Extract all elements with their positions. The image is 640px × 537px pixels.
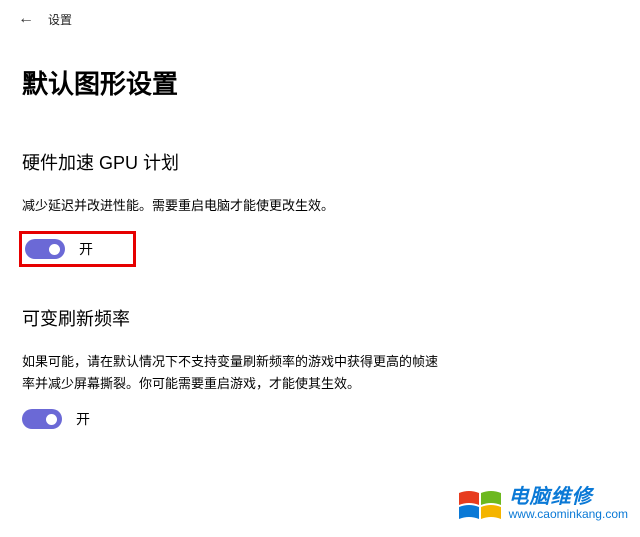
header: ← 设置 — [0, 0, 640, 38]
toggle-row-vrr: 开 — [22, 409, 618, 429]
highlight-box-gpu: 开 — [19, 231, 136, 267]
section-desc-gpu: 减少延迟并改进性能。需要重启电脑才能使更改生效。 — [22, 195, 442, 217]
section-title-gpu: 硬件加速 GPU 计划 — [22, 149, 618, 175]
watermark-url: www.caominkang.com — [509, 508, 628, 521]
section-desc-vrr: 如果可能，请在默认情况下不支持变量刷新频率的游戏中获得更高的帧速率并减少屏幕撕裂… — [22, 351, 442, 395]
toggle-label-vrr: 开 — [76, 409, 90, 429]
header-title: 设置 — [48, 11, 72, 28]
back-arrow-icon[interactable]: ← — [18, 10, 34, 28]
watermark: 电脑维修 www.caominkang.com — [457, 483, 628, 525]
toggle-label-gpu: 开 — [79, 239, 93, 259]
content-area: 默认图形设置 硬件加速 GPU 计划 减少延迟并改进性能。需要重启电脑才能使更改… — [0, 38, 640, 429]
page-title: 默认图形设置 — [22, 64, 618, 101]
windows-logo-icon — [457, 483, 503, 525]
toggle-gpu[interactable] — [25, 239, 65, 259]
watermark-text-cn: 电脑维修 — [509, 486, 628, 508]
section-title-vrr: 可变刷新频率 — [22, 305, 618, 331]
watermark-text: 电脑维修 www.caominkang.com — [509, 486, 628, 521]
toggle-vrr[interactable] — [22, 409, 62, 429]
